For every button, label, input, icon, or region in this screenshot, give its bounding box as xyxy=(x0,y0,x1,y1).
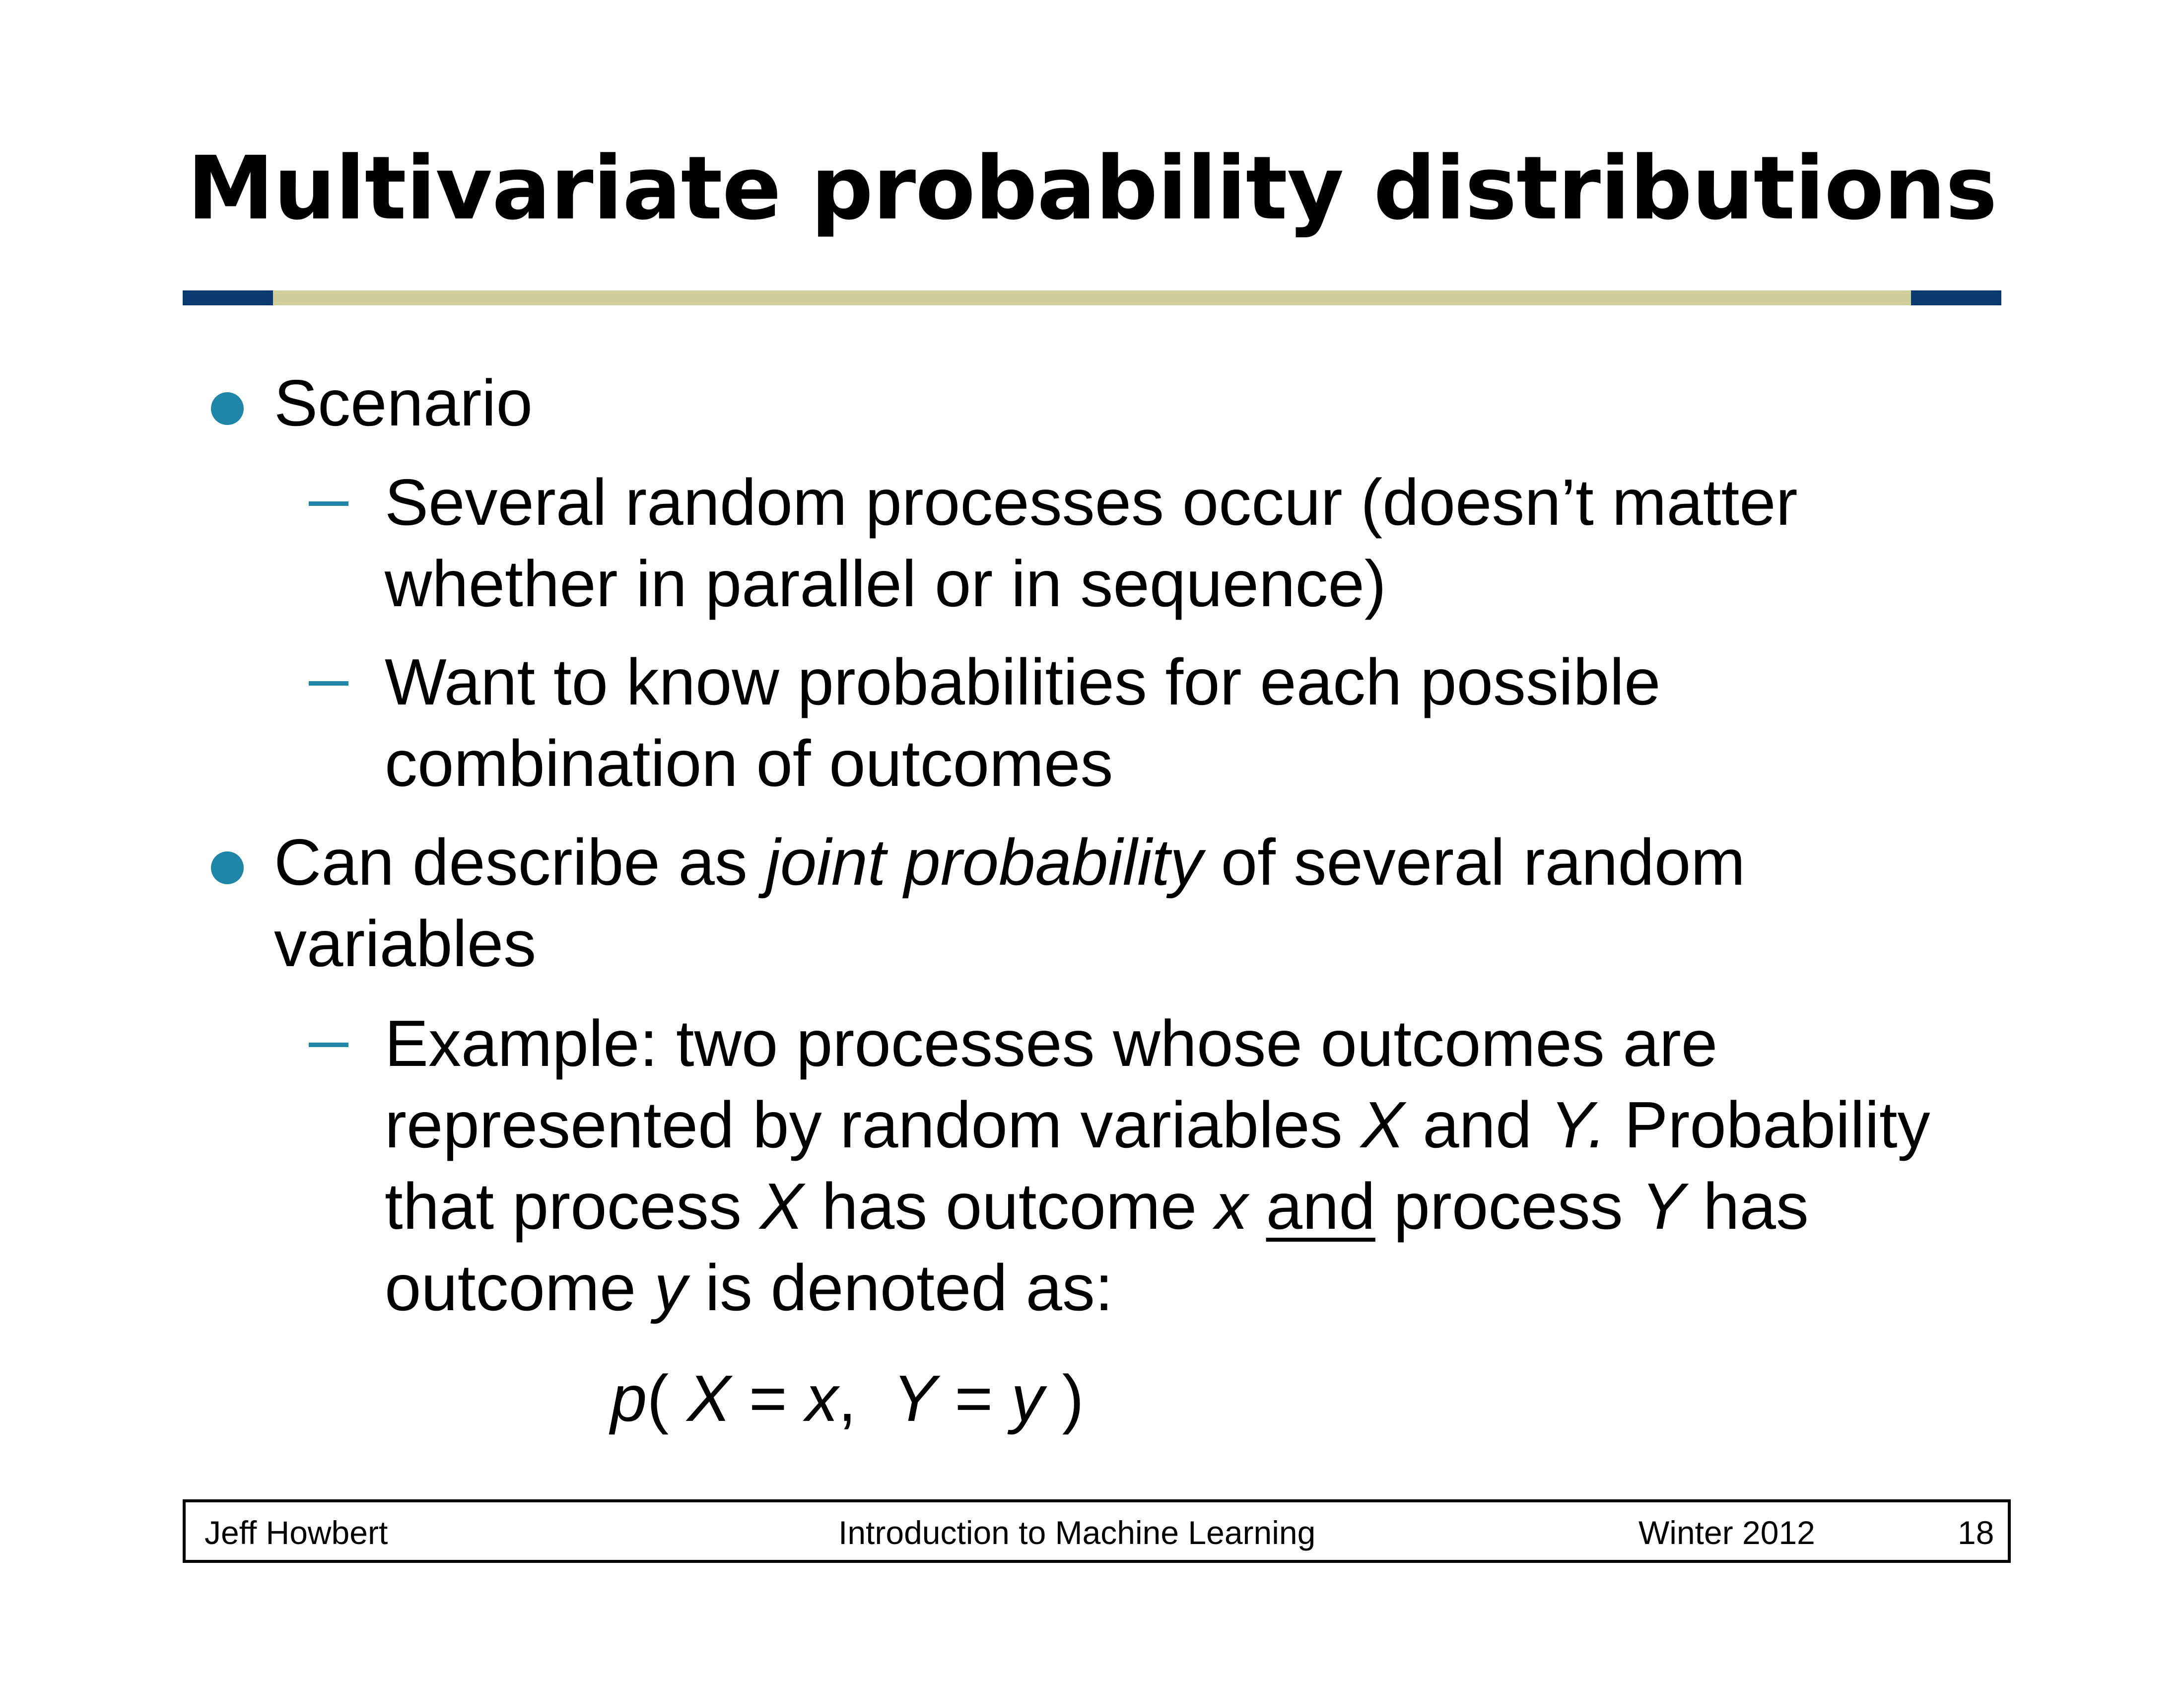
formula-y: y xyxy=(1011,1362,1044,1435)
bullet-joint-probability: Can describe as joint probability of sev… xyxy=(274,822,2011,985)
formula-open-paren: ( xyxy=(647,1362,687,1435)
title-rule-left-segment xyxy=(183,290,273,305)
example-text: process xyxy=(1375,1170,1641,1243)
title-rule-right-segment xyxy=(1911,290,2001,305)
bullet-dot-icon xyxy=(211,851,244,884)
bullet-scenario: Scenario xyxy=(274,366,533,439)
dash-icon xyxy=(309,681,348,686)
var-Y: Y. xyxy=(1550,1088,1606,1161)
footer-page-number: 18 xyxy=(1958,1514,1994,1551)
formula-Y: Y xyxy=(892,1362,937,1435)
example-text xyxy=(1248,1170,1266,1243)
formula-equals: = xyxy=(731,1362,806,1435)
sub-bullet-combinations: Want to know probabilities for each poss… xyxy=(385,645,1661,800)
formula-x: x xyxy=(805,1362,838,1435)
formula-comma: , xyxy=(838,1362,893,1435)
formula-equals: = xyxy=(936,1362,1012,1435)
joint-probability-term: joint probability xyxy=(765,826,1203,899)
and-underlined: and xyxy=(1266,1170,1375,1243)
example-text: has outcome xyxy=(803,1170,1215,1243)
example-text: and xyxy=(1404,1088,1551,1161)
title-rule-middle-segment xyxy=(273,290,1911,305)
var-y: y xyxy=(654,1251,687,1324)
slide-footer: Jeff Howbert Introduction to Machine Lea… xyxy=(183,1499,2011,1563)
formula-p: p xyxy=(611,1362,647,1435)
sub-bullet-processes: Several random processes occur (doesn’t … xyxy=(385,466,1798,620)
sub-bullet-example: Example: two processes whose outcomes ar… xyxy=(385,1003,2023,1329)
footer-term: Winter 2012 xyxy=(1638,1514,1815,1551)
var-Y: Y xyxy=(1641,1170,1685,1243)
slide-title: Multivariate probability distributions xyxy=(187,138,1997,239)
var-x: x xyxy=(1215,1170,1248,1243)
joint-probability-formula: p( X = x, Y = y ) xyxy=(611,1358,1084,1439)
footer-course: Introduction to Machine Learning xyxy=(838,1514,1316,1551)
dash-icon xyxy=(309,501,348,506)
formula-X: X xyxy=(687,1362,731,1435)
bullet-dot-icon xyxy=(211,392,244,425)
dash-icon xyxy=(309,1043,348,1047)
example-text: is denoted as: xyxy=(686,1251,1113,1324)
var-X: X xyxy=(759,1170,804,1243)
joint-text-pre: Can describe as xyxy=(274,826,766,899)
var-X: X xyxy=(1361,1088,1405,1161)
formula-close-paren: ) xyxy=(1044,1362,1084,1435)
footer-author: Jeff Howbert xyxy=(205,1514,388,1551)
